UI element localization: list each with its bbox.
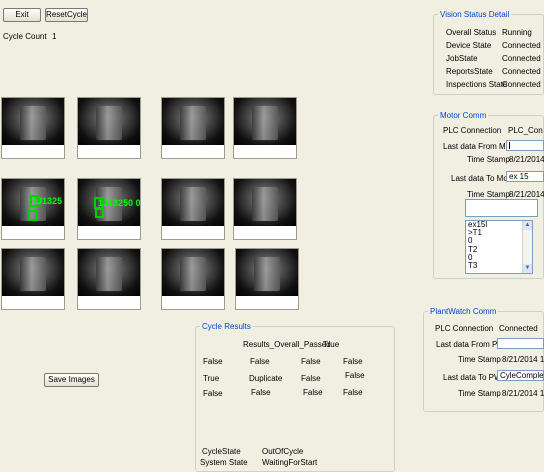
reset-cycle-button[interactable]: ResetCycle bbox=[45, 8, 88, 22]
camera-image-7 bbox=[161, 178, 225, 240]
job-state-value: Connected bbox=[502, 54, 541, 63]
camera-image-10 bbox=[77, 248, 141, 310]
overall-passed-label: Results_Overall_Passed bbox=[243, 340, 331, 349]
ocr-result-text: 1J1325 bbox=[32, 196, 63, 206]
motor-to-field[interactable]: ex 15 bbox=[506, 171, 544, 182]
overall-passed-value: True bbox=[323, 340, 340, 349]
camera-image-5: 1J1325 bbox=[1, 178, 65, 240]
result-cell: False bbox=[345, 371, 365, 380]
overall-status-label: Overall Status bbox=[446, 28, 497, 37]
ocr-result-text: 1J13250 0 bbox=[98, 198, 141, 208]
camera-image-2 bbox=[77, 97, 141, 159]
pw-from-label: Last data From PW bbox=[436, 340, 505, 349]
pw-to-label: Last data To PW bbox=[443, 373, 502, 382]
result-cell: False bbox=[343, 388, 363, 397]
vision-status-title: Vision Status Detail bbox=[440, 10, 510, 19]
result-cell: False bbox=[301, 357, 321, 366]
motor-timestamp-1-value: 8/21/2014 bbox=[509, 155, 544, 164]
motor-timestamp-1-label: Time Stamp bbox=[467, 155, 510, 164]
pw-timestamp-2-value: 8/21/2014 12: bbox=[502, 389, 544, 398]
camera-image-8 bbox=[233, 178, 297, 240]
scroll-up-icon[interactable]: ▲ bbox=[523, 221, 532, 230]
pw-timestamp-1-value: 8/21/2014 12: bbox=[502, 355, 544, 364]
motor-plc-connection-value: PLC_Con bbox=[508, 126, 543, 135]
motor-data-textbox[interactable] bbox=[465, 199, 538, 217]
result-cell: True bbox=[203, 374, 220, 383]
pw-plc-connection-label: PLC Connection bbox=[435, 324, 494, 333]
device-state-label: Device State bbox=[446, 41, 492, 50]
result-cell: False bbox=[251, 388, 271, 397]
camera-image-12 bbox=[235, 248, 299, 310]
ocr-roi-box bbox=[28, 210, 38, 221]
job-state-label: JobState bbox=[446, 54, 478, 63]
exit-button[interactable]: Exit bbox=[3, 8, 41, 22]
cycle-state-label: CycleState bbox=[202, 447, 241, 456]
motor-plc-connection-label: PLC Connection bbox=[443, 126, 502, 135]
pw-plc-connection-value: Connected bbox=[499, 324, 538, 333]
result-cell: False bbox=[250, 357, 270, 366]
motor-log-listbox[interactable]: ex15l >T1 0 T2 0 T3 ▲ ▼ bbox=[465, 220, 533, 274]
cycle-state-value: OutOfCycle bbox=[262, 447, 304, 456]
reports-state-label: ReportsState bbox=[446, 67, 493, 76]
device-state-value: Connected bbox=[502, 41, 541, 50]
motor-comm-title: Motor Comm bbox=[440, 111, 487, 120]
reports-state-value: Connected bbox=[502, 67, 541, 76]
system-state-label: System State bbox=[200, 458, 248, 467]
result-cell: False bbox=[301, 374, 321, 383]
result-cell: False bbox=[303, 388, 323, 397]
camera-image-6: 1J13250 0 bbox=[77, 178, 141, 240]
camera-image-4 bbox=[233, 97, 297, 159]
pw-from-field[interactable] bbox=[497, 338, 544, 349]
result-cell: Duplicate bbox=[249, 374, 283, 383]
cycle-count-value: 1 bbox=[52, 32, 57, 41]
scroll-down-icon[interactable]: ▼ bbox=[523, 264, 532, 273]
save-images-button[interactable]: Save Images bbox=[44, 373, 99, 387]
camera-image-1 bbox=[1, 97, 65, 159]
pw-timestamp-2-label: Time Stamp bbox=[458, 389, 501, 398]
cycle-results-title: Cycle Results bbox=[202, 322, 251, 331]
camera-image-9 bbox=[1, 248, 65, 310]
motor-timestamp-2-value: 8/21/2014 bbox=[509, 190, 544, 199]
text-cursor bbox=[509, 142, 510, 149]
result-cell: False bbox=[203, 389, 223, 398]
ocr-roi-box bbox=[95, 208, 104, 218]
camera-image-11 bbox=[161, 248, 225, 310]
motor-from-field[interactable] bbox=[506, 140, 544, 151]
motor-timestamp-2-label: Time Stamp bbox=[467, 190, 510, 199]
pw-timestamp-1-label: Time Stamp bbox=[458, 355, 501, 364]
plantwatch-comm-title: PlantWatch Comm bbox=[430, 307, 497, 316]
cycle-count-label: Cycle Count bbox=[3, 32, 47, 41]
pw-to-field[interactable]: CyleCompleteP bbox=[497, 370, 544, 381]
overall-status-value: Running bbox=[502, 28, 532, 37]
system-state-value: WaitingForStart bbox=[262, 458, 318, 467]
log-scrollbar[interactable]: ▲ ▼ bbox=[522, 221, 532, 273]
inspections-state-label: Inspections State bbox=[446, 80, 508, 89]
result-cell: False bbox=[343, 357, 363, 366]
camera-image-3 bbox=[161, 97, 225, 159]
result-cell: False bbox=[203, 357, 223, 366]
inspections-state-value: Connected bbox=[502, 80, 541, 89]
